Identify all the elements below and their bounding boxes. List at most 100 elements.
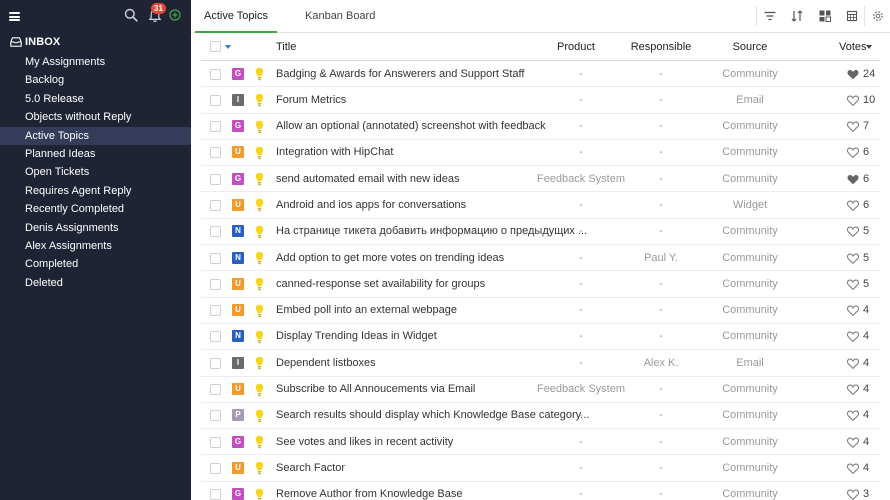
sidebar-item-deleted[interactable]: Deleted [0,274,191,292]
sidebar-item-open-tickets[interactable]: Open Tickets [0,163,191,181]
header-source[interactable]: Source [700,41,800,53]
row-checkbox[interactable] [210,384,221,396]
row-checkbox[interactable] [210,68,221,80]
sidebar-item-objects-without-reply[interactable]: Objects without Reply [0,108,191,126]
row-checkbox[interactable] [210,226,221,238]
table-row[interactable]: N Display Trending Ideas in Widget - - Commu… [201,324,880,351]
row-checkbox[interactable] [210,94,221,106]
topic-title[interactable]: Badging & Awards for Answerers and Suppo… [276,68,524,80]
row-checkbox[interactable] [210,199,221,211]
row-checkbox[interactable] [210,278,221,290]
heart-outline-icon[interactable] [847,358,859,369]
row-checkbox[interactable] [210,252,221,264]
search-icon[interactable] [124,8,138,22]
row-checkbox[interactable] [210,173,221,185]
row-checkbox[interactable] [210,147,221,159]
heart-outline-icon[interactable] [847,384,859,396]
topic-title[interactable]: Allow an optional (annotated) screenshot… [276,120,546,132]
row-checkbox[interactable] [210,305,221,317]
heart-outline-icon[interactable] [847,489,859,500]
topic-title[interactable]: Subscribe to All Annoucements via Email [276,383,475,395]
table-row[interactable]: G Remove Author from Knowledge Base - - Comm… [201,482,880,500]
topic-title[interactable]: send automated email with new ideas [276,173,459,185]
sidebar-item-my-assignments[interactable]: My Assignments [0,53,191,71]
source-cell: Community [722,488,778,500]
vote-count: 4 [863,304,870,317]
table-row[interactable]: N На странице тикета добавить информацию … [201,219,880,246]
add-circle-icon[interactable] [169,9,181,21]
sidebar-item-5-0-release[interactable]: 5.0 Release [0,90,191,108]
row-checkbox[interactable] [210,331,221,343]
hamburger-menu-icon[interactable] [9,12,20,21]
topic-title[interactable]: Remove Author from Knowledge Base [276,488,463,500]
header-title[interactable]: Title [276,41,296,53]
header-responsible[interactable]: Responsible [611,41,711,53]
heart-outline-icon[interactable] [847,147,859,159]
heart-outline-icon[interactable] [847,463,859,475]
sidebar-item-backlog[interactable]: Backlog [0,71,191,89]
row-checkbox[interactable] [210,489,221,500]
sidebar-item-completed[interactable]: Completed [0,255,191,273]
table-row[interactable]: G See votes and likes in recent activity -… [201,429,880,456]
sidebar-item-requires-agent-reply[interactable]: Requires Agent Reply [0,182,191,200]
row-checkbox[interactable] [210,410,221,422]
heart-filled-icon[interactable] [847,69,859,80]
table-row[interactable]: Gsend automated email with new ideas Feed… [201,166,880,193]
inbox-header[interactable]: INBOX [0,34,191,51]
heart-outline-icon[interactable] [847,121,859,133]
table-row[interactable]: U Android and ios apps for conversations -… [201,192,880,219]
table-row[interactable]: U Embed poll into an external webpage - - Co… [201,298,880,324]
sidebar-item-planned-ideas[interactable]: Planned Ideas [0,145,191,163]
table-row[interactable]: Ucanned-response set availability for gr… [201,271,880,298]
heart-outline-icon[interactable] [847,410,859,422]
sort-icon[interactable] [790,9,804,23]
tab-kanban-board[interactable]: Kanban Board [297,0,383,33]
row-checkbox[interactable] [210,121,221,133]
sidebar-item-denis-assignments[interactable]: Denis Assignments [0,219,191,237]
row-checkbox[interactable] [210,357,221,369]
select-dropdown-caret-icon[interactable] [225,45,231,49]
sidebar-item-alex-assignments[interactable]: Alex Assignments [0,237,191,255]
row-checkbox[interactable] [210,462,221,474]
topic-title[interactable]: Add option to get more votes on trending… [276,252,504,264]
heart-outline-icon[interactable] [847,331,859,343]
heart-outline-icon[interactable] [847,200,859,212]
table-row[interactable]: P Search results should display which Kno… [201,403,880,430]
topic-title[interactable]: canned-response set availability for gro… [276,278,485,290]
table-row[interactable]: G Badging & Awards for Answerers and Supp… [201,61,880,88]
topic-title[interactable]: See votes and likes in recent activity [276,436,453,448]
heart-outline-icon[interactable] [847,279,859,290]
table-row[interactable]: U Subscribe to All Annoucements via Email… [201,377,880,403]
heart-outline-icon[interactable] [847,95,859,106]
topic-title[interactable]: Embed poll into an external webpage [276,304,457,316]
heart-filled-icon[interactable] [847,174,859,185]
table-row[interactable]: U Integration with HipChat - - Community 6 [201,140,880,167]
filter-icon[interactable] [763,9,777,23]
tab-active-topics[interactable]: Active Topics [195,0,277,33]
table-row[interactable]: U Search Factor - - Community 4 [201,455,880,482]
heart-outline-icon[interactable] [847,253,859,264]
table-row[interactable]: I Dependent listboxes - Alex K. Email 4 [201,350,880,377]
table-row[interactable]: N Add option to get more votes on trendin… [201,245,880,272]
topic-title[interactable]: Forum Metrics [276,94,346,106]
sidebar-item-recently-completed[interactable]: Recently Completed [0,200,191,218]
header-votes[interactable]: Votes [839,41,867,53]
sidebar-item-active-topics[interactable]: Active Topics [0,126,191,145]
table-row[interactable]: G Allow an optional (annotated) screensho… [201,114,880,140]
topic-title[interactable]: Dependent listboxes [276,357,376,369]
calendar-icon[interactable] [845,9,859,23]
layout-grid-icon[interactable] [818,9,832,23]
heart-outline-icon[interactable] [847,226,859,238]
topic-title[interactable]: Integration with HipChat [276,146,393,158]
topic-title[interactable]: Search Factor [276,462,345,474]
row-checkbox[interactable] [210,436,221,448]
topic-title[interactable]: Display Trending Ideas in Widget [276,330,437,342]
heart-outline-icon[interactable] [847,305,859,317]
table-row[interactable]: I Forum Metrics - - Email 10 [201,87,880,114]
type-badge: U [232,198,244,211]
sort-desc-icon[interactable] [866,45,872,49]
topic-title[interactable]: Android and ios apps for conversations [276,199,466,211]
settings-icon[interactable] [871,9,885,23]
select-all-checkbox[interactable] [210,41,221,52]
heart-outline-icon[interactable] [847,437,859,448]
